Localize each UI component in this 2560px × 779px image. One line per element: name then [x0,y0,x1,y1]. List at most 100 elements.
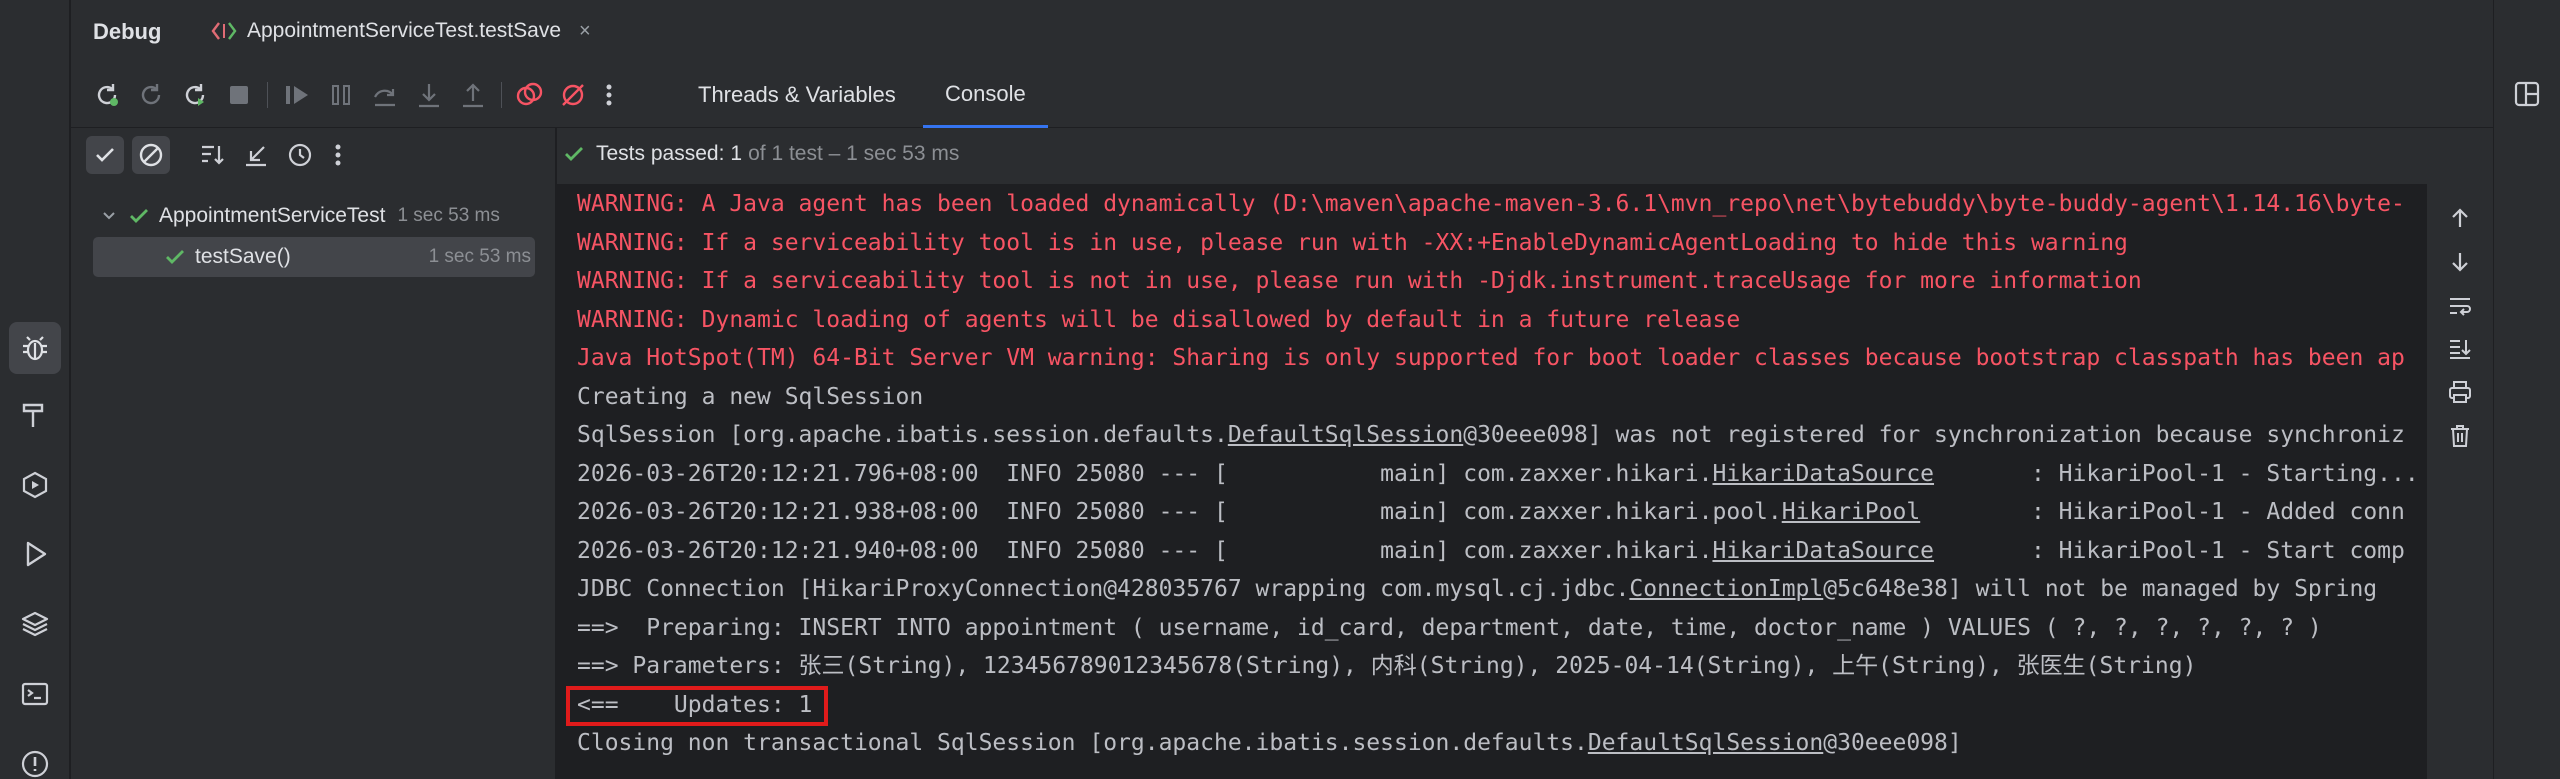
print-icon[interactable] [2444,376,2476,408]
console-link[interactable]: DefaultSqlSession [1228,422,1463,448]
show-passed-icon[interactable] [86,136,124,174]
tool-window-strip [0,0,70,779]
build-tool-button[interactable] [9,389,61,441]
console-text: : HikariPool-1 - Starting... [1934,460,2419,487]
terminal-icon [21,682,49,706]
bug-icon [23,336,47,361]
console-text: 2026-03-26T20:12:21.940+08:00 INFO 25080… [577,537,1713,564]
console-line: WARNING: If a serviceability tool is not… [577,268,2142,294]
tree-row-test-class[interactable]: AppointmentServiceTest 1 sec 53 ms [91,196,535,236]
debug-toolbar: Threads & Variables Console [71,62,2493,128]
test-class-label: AppointmentServiceTest [159,204,386,227]
rerun-icon[interactable] [91,79,123,111]
tab-console[interactable]: Console [923,62,1048,128]
check-icon [130,209,148,223]
terminal-tool-button[interactable] [9,668,61,720]
problems-tool-button[interactable] [9,738,61,779]
scroll-to-end-icon[interactable] [2444,332,2476,364]
console-status-bar: Tests passed: 1 of 1 test – 1 sec 53 ms [557,128,2493,184]
status-label: Tests passed: [596,142,725,165]
console-text: @30eee098] was not registered for synchr… [1463,422,2405,448]
console-link[interactable]: HikariDataSource [1712,538,1934,564]
console-link[interactable]: ConnectionImpl [1629,576,1823,602]
hammer-icon [22,403,44,427]
arrow-up-icon[interactable] [2444,202,2476,234]
console-text: @5c648e38] will not be managed by Spring [1823,576,2378,602]
tree-row-test-method[interactable]: testSave() 1 sec 53 ms [93,237,535,277]
tests-status: Tests passed: 1 of 1 test – 1 sec 53 ms [562,142,959,166]
run-icon [26,541,47,567]
close-tab-icon[interactable]: × [579,20,591,43]
step-out-icon[interactable] [457,79,489,111]
collapse-icon[interactable] [237,136,275,174]
console-text: 2026-03-26T20:12:21.938+08:00 INFO 25080… [577,499,1782,525]
console-link[interactable]: HikariDataSource [1712,461,1934,487]
services-tool-button[interactable] [9,459,61,511]
console-text: : HikariPool-1 - Added conn [1920,499,2405,525]
restart-icon[interactable] [179,79,211,111]
problems-icon [21,750,49,778]
services-icon [22,471,48,499]
console-line: WARNING: A Java agent has been loaded dy… [577,191,2405,217]
stop-icon[interactable] [223,79,255,111]
more-options-icon[interactable] [593,79,625,111]
console-line: WARNING: Dynamic loading of agents will … [577,306,1741,333]
console-text: @30eee098] [1823,730,1962,756]
layers-icon [21,611,49,637]
check-icon [565,147,583,161]
status-detail: of 1 test – 1 sec 53 ms [748,142,960,165]
chevron-down-icon[interactable] [101,208,117,224]
run-tool-button[interactable] [9,528,61,580]
test-method-label: testSave() [195,245,291,268]
rerun-failed-icon[interactable] [135,79,167,111]
sort-icon[interactable] [193,136,231,174]
tree-more-icon[interactable] [319,136,357,174]
console-line: 2026-03-26T20:12:21.940+08:00 INFO 25080… [577,536,2405,566]
debug-header: Debug AppointmentServiceTest.testSave × [71,0,2493,62]
debug-tool-button[interactable] [9,322,61,374]
console-line: 2026-03-26T20:12:21.938+08:00 INFO 25080… [577,497,2405,527]
console-text: SqlSession [org.apache.ibatis.session.de… [577,422,1228,448]
console-line: Creating a new SqlSession [577,383,924,410]
mute-breakpoints-icon[interactable] [557,79,589,111]
pause-icon[interactable] [325,79,357,111]
console-output[interactable]: WARNING: A Java agent has been loaded dy… [557,184,2427,779]
console-line: SqlSession [org.apache.ibatis.session.de… [577,420,2405,450]
right-tool-strip [2493,0,2560,779]
status-count: 1 [730,142,743,165]
console-text: JDBC Connection [HikariProxyConnection@4… [577,576,1630,602]
console-line: Closing non transactional SqlSession [or… [577,728,1962,758]
soft-wrap-icon[interactable] [2444,290,2476,322]
layers-tool-button[interactable] [9,598,61,650]
test-config-icon [211,22,237,40]
step-into-icon[interactable] [413,79,445,111]
console-text: Closing non transactional SqlSession [or… [577,730,1588,756]
check-icon [166,250,184,264]
test-results-tree: AppointmentServiceTest 1 sec 53 ms testS… [71,128,556,779]
test-method-duration: 1 sec 53 ms [428,246,531,267]
console-line: WARNING: If a serviceability tool is in … [577,229,2128,256]
layout-icon[interactable] [2512,79,2542,109]
console-line: 2026-03-26T20:12:21.796+08:00 INFO 25080… [577,459,2419,489]
view-breakpoints-icon[interactable] [513,79,545,111]
console-line: ==> Preparing: INSERT INTO appointment (… [577,614,2322,641]
run-config-tab[interactable]: AppointmentServiceTest.testSave × [211,0,591,62]
console-link[interactable]: DefaultSqlSession [1588,730,1823,756]
test-class-duration: 1 sec 53 ms [397,205,500,226]
tab-threads-variables[interactable]: Threads & Variables [698,62,896,128]
console-text: : HikariPool-1 - Start comp [1934,537,2405,564]
console-line: ==> Parameters: 张三(String), 123456789012… [577,653,2197,679]
history-icon[interactable] [281,136,319,174]
console-side-toolbar [2427,184,2493,779]
console-line: Java HotSpot(TM) 64-Bit Server VM warnin… [577,345,2405,371]
trash-icon[interactable] [2444,420,2476,452]
resume-icon[interactable] [281,79,313,111]
console-line: JDBC Connection [HikariProxyConnection@4… [577,574,2377,604]
run-config-tab-label: AppointmentServiceTest.testSave [247,19,561,42]
arrow-down-icon[interactable] [2444,246,2476,278]
console-link[interactable]: HikariPool [1782,499,1920,525]
console-text: 2026-03-26T20:12:21.796+08:00 INFO 25080… [577,460,1713,487]
step-over-icon[interactable] [369,79,401,111]
show-ignored-icon[interactable] [132,136,170,174]
test-tree-toolbar [71,128,556,184]
